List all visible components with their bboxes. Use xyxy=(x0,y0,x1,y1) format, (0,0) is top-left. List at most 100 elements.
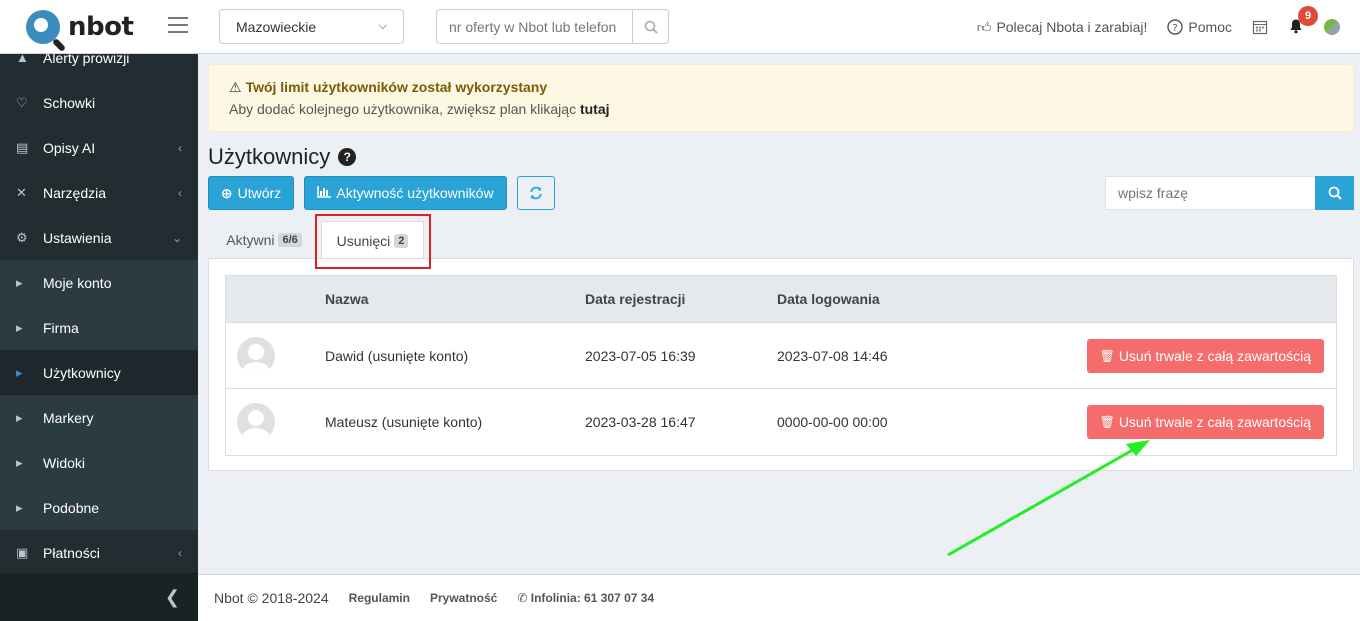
sidebar-item-uzytkownicy[interactable]: ▸ Użytkownicy xyxy=(0,350,198,395)
privacy-link[interactable]: Prywatność xyxy=(430,591,497,605)
warning-icon: ▲ xyxy=(16,54,29,65)
chevron-left-icon: ‹ xyxy=(178,140,182,155)
logo-text: nbot xyxy=(68,12,134,42)
region-select[interactable]: Mazowieckie ⌵ xyxy=(219,9,404,44)
sidebar-item-schowki[interactable]: ♡ Schowki xyxy=(0,80,198,125)
tab-aktywni[interactable]: Aktywni 6/6 xyxy=(216,221,312,259)
sidebar-item-opisy-ai[interactable]: ▤ Opisy AI ‹ xyxy=(0,125,198,170)
last-login-date: 0000-00-00 00:00 xyxy=(777,414,888,430)
trash-icon: 🗑︎ xyxy=(1099,415,1115,429)
offer-search-input[interactable] xyxy=(437,10,632,43)
notification-badge: 9 xyxy=(1298,5,1318,26)
question-circle-icon: ? xyxy=(1167,19,1184,35)
chevron-left-icon: ‹ xyxy=(178,545,182,560)
svg-text:?: ? xyxy=(1173,23,1178,34)
bar-chart-icon xyxy=(317,185,332,201)
sidebar-item-label: Moje konto xyxy=(43,274,112,291)
chevron-down-icon: ⌄ xyxy=(171,230,182,245)
top-header: nbot Mazowieckie ⌵ 👍︎ Polecaj Nbota i za… xyxy=(0,0,1360,54)
create-user-button[interactable]: ⊕ Utwórz xyxy=(208,176,294,210)
avatar xyxy=(237,336,275,375)
copyright: Nbot © 2018-2024 xyxy=(214,590,329,606)
hotline[interactable]: ✆︎ Infolinia: 61 307 07 34 xyxy=(517,591,654,605)
wrench-icon: ✕ xyxy=(16,184,27,200)
trash-icon: 🗑︎ xyxy=(1099,349,1115,363)
sidebar-item-label: Płatności xyxy=(43,544,100,561)
region-select-value: Mazowieckie xyxy=(236,18,317,35)
sidebar-item-label: Użytkownicy xyxy=(43,364,121,381)
question-circle-icon[interactable]: ? xyxy=(338,148,357,166)
header-actions: 👍︎ Polecaj Nbota i zarabiaj! ? Pomoc 9 xyxy=(977,0,1340,54)
caret-right-icon: ▸ xyxy=(16,319,23,335)
user-search-input[interactable] xyxy=(1105,176,1315,210)
user-search xyxy=(1105,176,1354,210)
sidebar-item-widoki[interactable]: ▸ Widoki xyxy=(0,440,198,485)
refresh-button[interactable] xyxy=(517,176,555,210)
calendar-icon[interactable] xyxy=(1252,19,1268,35)
magnifier-logo-icon xyxy=(26,10,67,53)
alert-title: Twój limit użytkowników został wykorzyst… xyxy=(245,79,548,95)
delete-permanently-label: Usuń trwale z całą zawartością xyxy=(1118,414,1311,430)
sidebar-item-markery[interactable]: ▸ Markery xyxy=(0,395,198,440)
user-activity-button[interactable]: Aktywność użytkowników xyxy=(304,176,507,210)
heart-icon: ♡ xyxy=(16,94,28,110)
search-button[interactable] xyxy=(1315,176,1354,210)
sidebar-item-label: Firma xyxy=(43,319,79,336)
phone-icon: ✆︎ xyxy=(517,591,528,605)
tab-count-badge: 6/6 xyxy=(278,233,302,247)
sidebar-item-label: Markery xyxy=(43,409,94,426)
sidebar-item-label: Widoki xyxy=(43,454,86,471)
terms-link[interactable]: Regulamin xyxy=(349,591,410,605)
gear-icon: ⚙ xyxy=(16,229,28,245)
sidebar-item-podobne[interactable]: ▸ Podobne xyxy=(0,485,198,530)
help-label: Pomoc xyxy=(1188,19,1232,35)
caret-right-icon: ▸ xyxy=(16,499,23,515)
caret-right-icon: ▸ xyxy=(16,274,23,290)
search-icon[interactable] xyxy=(632,10,668,43)
chevron-left-icon: ❮ xyxy=(164,586,180,607)
sidebar-collapse-button[interactable]: ❮ xyxy=(0,573,198,621)
comment-icon: ▤ xyxy=(16,139,29,155)
recommend-label: Polecaj Nbota i zarabiaj! xyxy=(996,19,1148,35)
caret-right-icon: ▸ xyxy=(16,409,23,425)
annotation-highlight-box xyxy=(315,214,431,269)
chevron-left-icon: ‹ xyxy=(178,185,182,200)
column-header-name: Nazwa xyxy=(325,291,369,307)
alert-text-row: Aby dodać kolejnego użytkownika, zwiększ… xyxy=(229,101,1333,117)
page-title-text: Użytkownicy xyxy=(208,144,331,169)
table-header: Nazwa Data rejestracji Data logowania xyxy=(226,276,1336,323)
sidebar-item-label: Schowki xyxy=(43,94,96,111)
help-link[interactable]: ? Pomoc xyxy=(1167,19,1232,35)
warning-icon: ⚠︎ xyxy=(229,79,242,95)
sidebar-item-narzedzia[interactable]: ✕ Narzędzia ‹ xyxy=(0,170,198,215)
deleted-users-table: Nazwa Data rejestracji Data logowania Da… xyxy=(225,275,1337,456)
upgrade-plan-link[interactable]: tutaj xyxy=(580,101,610,117)
page-title: Użytkownicy ? xyxy=(208,144,357,170)
sidebar-item-ustawienia[interactable]: ⚙ Ustawienia ⌄ xyxy=(0,215,198,260)
sidebar-item-label: Podobne xyxy=(43,499,100,516)
registration-date: 2023-03-28 16:47 xyxy=(585,414,696,430)
delete-permanently-label: Usuń trwale z całą zawartością xyxy=(1118,348,1311,364)
sidebar-item-platnosci[interactable]: ▣ Płatności ‹ xyxy=(0,530,198,575)
caret-right-icon: ▸ xyxy=(16,364,23,380)
logo[interactable]: nbot xyxy=(26,10,134,53)
delete-permanently-button[interactable]: 🗑︎ Usuń trwale z całą zawartością xyxy=(1086,405,1324,439)
offer-search xyxy=(436,9,669,44)
sidebar-item-label: Alerty prowizji xyxy=(43,54,130,66)
sidebar-item-alerty-prowizji[interactable]: ▲ Alerty prowizji xyxy=(0,54,198,80)
user-avatar[interactable] xyxy=(1324,19,1340,35)
sidebar-item-label: Narzędzia xyxy=(43,184,107,201)
delete-permanently-button[interactable]: 🗑︎ Usuń trwale z całą zawartością xyxy=(1086,339,1324,373)
sidebar-item-label: Ustawienia xyxy=(43,229,112,246)
hamburger-menu-icon[interactable] xyxy=(168,17,188,35)
recommend-link[interactable]: 👍︎ Polecaj Nbota i zarabiaj! xyxy=(977,19,1148,36)
alert-text: Aby dodać kolejnego użytkownika, zwiększ… xyxy=(229,101,577,117)
avatar xyxy=(237,403,275,441)
notifications[interactable]: 9 xyxy=(1288,5,1318,37)
user-name: Mateusz (usunięte konto) xyxy=(325,414,483,430)
column-header-last-login: Data logowania xyxy=(777,291,880,307)
hotline-text: Infolinia: 61 307 07 34 xyxy=(530,591,655,605)
sidebar-item-firma[interactable]: ▸ Firma xyxy=(0,305,198,350)
sidebar-item-moje-konto[interactable]: ▸ Moje konto xyxy=(0,260,198,305)
table-row: Dawid (usunięte konto) 2023-07-05 16:39 … xyxy=(226,323,1336,389)
